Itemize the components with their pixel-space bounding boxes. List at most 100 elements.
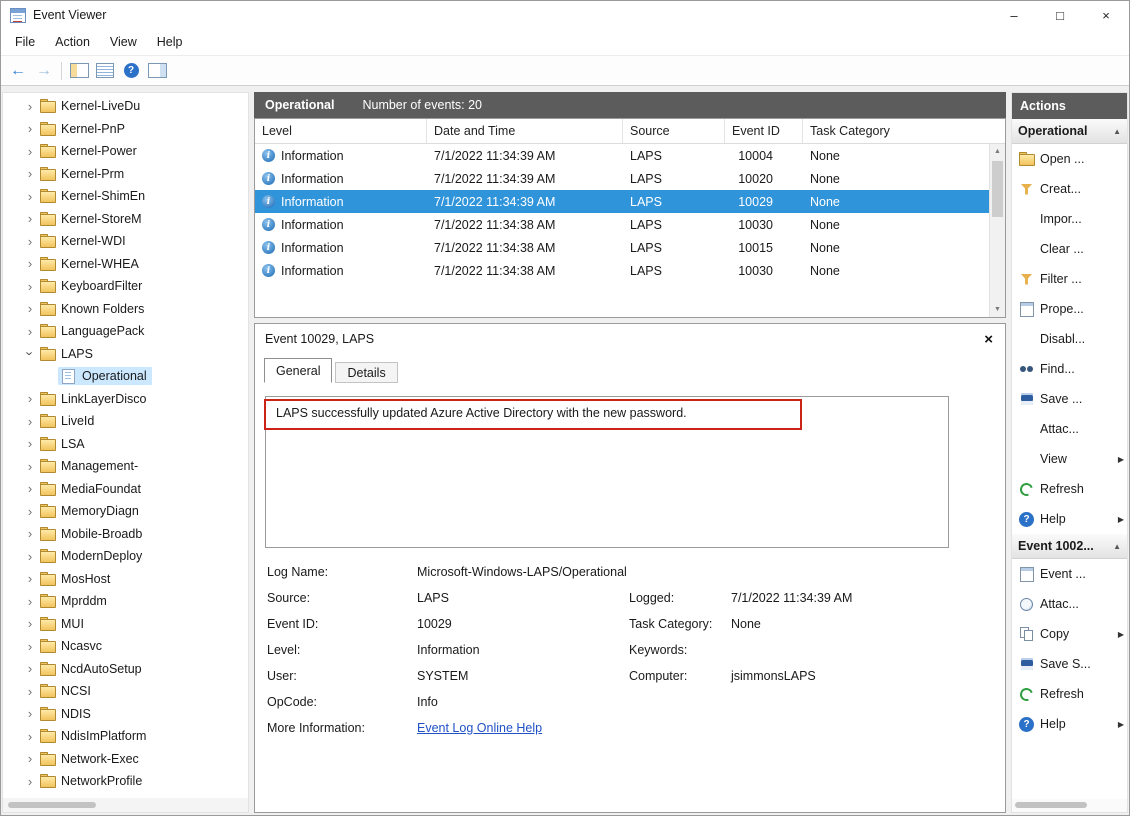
expander-icon[interactable]	[23, 639, 37, 654]
tree-item[interactable]: Kernel-WHEA	[3, 253, 248, 276]
actions-section-header[interactable]: Event 1002... ▲	[1012, 534, 1127, 559]
expander-icon[interactable]	[23, 211, 37, 226]
expander-icon[interactable]	[23, 661, 37, 676]
expander-icon[interactable]	[23, 324, 37, 339]
expander-icon[interactable]	[23, 144, 37, 159]
tree-item[interactable]: MosHost	[3, 568, 248, 591]
collapse-section-icon[interactable]: ▲	[1113, 542, 1121, 551]
menu-item[interactable]: Help	[147, 35, 193, 49]
action-item[interactable]: Disabl... ▶	[1012, 324, 1127, 354]
tab[interactable]: General	[264, 358, 332, 383]
help-icon[interactable]	[119, 59, 143, 83]
expander-icon[interactable]	[23, 234, 37, 249]
tree-item[interactable]: Known Folders	[3, 298, 248, 321]
tree-item[interactable]: Operational	[3, 365, 248, 388]
expander-icon[interactable]	[23, 751, 37, 766]
action-item[interactable]: Filter ... ▶	[1012, 264, 1127, 294]
event-row[interactable]: Information 7/1/2022 11:34:38 AM LAPS 10…	[255, 236, 989, 259]
action-item[interactable]: View ▶	[1012, 444, 1127, 474]
console-tree-icon[interactable]	[67, 59, 91, 83]
column-header-level[interactable]: Level	[255, 119, 427, 143]
scroll-up-icon[interactable]: ▲	[990, 148, 1005, 155]
tree-item[interactable]: NetworkProfile	[3, 770, 248, 793]
scrollbar-thumb[interactable]	[992, 161, 1003, 217]
action-item[interactable]: Refresh ▶	[1012, 474, 1127, 504]
expander-icon[interactable]	[23, 99, 37, 114]
column-header-task-category[interactable]: Task Category	[803, 119, 1005, 143]
expander-icon[interactable]	[23, 347, 38, 361]
tree-item[interactable]: Kernel-WDI	[3, 230, 248, 253]
menu-item[interactable]: Action	[45, 35, 100, 49]
expander-icon[interactable]	[23, 301, 37, 316]
expander-icon[interactable]	[23, 189, 37, 204]
expander-icon[interactable]	[23, 616, 37, 631]
tree-item[interactable]: KeyboardFilter	[3, 275, 248, 298]
tree-item[interactable]: NDIS	[3, 703, 248, 726]
expander-icon[interactable]	[23, 414, 37, 429]
tree-item[interactable]: Mobile-Broadb	[3, 523, 248, 546]
tree-item[interactable]: Kernel-PnP	[3, 118, 248, 141]
action-item[interactable]: Attac... ▶	[1012, 414, 1127, 444]
expander-icon[interactable]	[23, 774, 37, 789]
expander-icon[interactable]	[23, 279, 37, 294]
collapse-section-icon[interactable]: ▲	[1113, 127, 1121, 136]
expander-icon[interactable]	[23, 436, 37, 451]
tree-item[interactable]: Management-	[3, 455, 248, 478]
tree-item[interactable]: Kernel-Prm	[3, 163, 248, 186]
expander-icon[interactable]	[23, 571, 37, 586]
action-pane-icon[interactable]	[145, 59, 169, 83]
event-row[interactable]: Information 7/1/2022 11:34:39 AM LAPS 10…	[255, 190, 989, 213]
expander-icon[interactable]	[23, 256, 37, 271]
scroll-down-icon[interactable]: ▼	[990, 306, 1005, 313]
tree-horizontal-scrollbar[interactable]	[3, 798, 248, 812]
column-header-source[interactable]: Source	[623, 119, 725, 143]
expander-icon[interactable]	[23, 526, 37, 541]
tab[interactable]: Details	[335, 362, 397, 383]
tree-item[interactable]: Mprddm	[3, 590, 248, 613]
menu-item[interactable]: View	[100, 35, 147, 49]
close-preview-icon[interactable]: ×	[984, 331, 993, 348]
tree-item[interactable]: LSA	[3, 433, 248, 456]
action-item[interactable]: Clear ... ▶	[1012, 234, 1127, 264]
action-item[interactable]: Find... ▶	[1012, 354, 1127, 384]
expander-icon[interactable]	[23, 729, 37, 744]
tree-item[interactable]: NcdAutoSetup	[3, 658, 248, 681]
expander-icon[interactable]	[23, 594, 37, 609]
scrollbar-thumb[interactable]	[8, 802, 96, 808]
event-row[interactable]: Information 7/1/2022 11:34:38 AM LAPS 10…	[255, 259, 989, 282]
tree-item[interactable]: Network-Exec	[3, 748, 248, 771]
close-button[interactable]: ×	[1083, 1, 1129, 29]
action-item[interactable]: Help ▶	[1012, 504, 1127, 534]
minimize-button[interactable]: –	[991, 1, 1037, 29]
maximize-button[interactable]: □	[1037, 1, 1083, 29]
tree-item[interactable]: ModernDeploy	[3, 545, 248, 568]
column-header-date[interactable]: Date and Time	[427, 119, 623, 143]
expander-icon[interactable]	[23, 706, 37, 721]
tree-item[interactable]: NCSI	[3, 680, 248, 703]
tree-item[interactable]: LiveId	[3, 410, 248, 433]
back-icon[interactable]	[6, 59, 30, 83]
action-item[interactable]: Save S... ▶	[1012, 649, 1127, 679]
tree-item[interactable]: MUI	[3, 613, 248, 636]
expander-icon[interactable]	[23, 459, 37, 474]
action-item[interactable]: Help ▶	[1012, 709, 1127, 739]
action-item[interactable]: Prope... ▶	[1012, 294, 1127, 324]
tree-item[interactable]: LAPS	[3, 343, 248, 366]
expander-icon[interactable]	[23, 391, 37, 406]
action-item[interactable]: Save ... ▶	[1012, 384, 1127, 414]
scrollbar-thumb[interactable]	[1015, 802, 1087, 808]
tree-item[interactable]: Kernel-StoreM	[3, 208, 248, 231]
vertical-scrollbar[interactable]: ▲ ▼	[989, 144, 1005, 317]
action-item[interactable]: Impor... ▶	[1012, 204, 1127, 234]
tree-item[interactable]: NdisImPlatform	[3, 725, 248, 748]
expander-icon[interactable]	[23, 481, 37, 496]
expander-icon[interactable]	[23, 504, 37, 519]
menu-item[interactable]: File	[5, 35, 45, 49]
column-header-event-id[interactable]: Event ID	[725, 119, 803, 143]
action-item[interactable]: Copy ▶	[1012, 619, 1127, 649]
expander-icon[interactable]	[23, 166, 37, 181]
action-item[interactable]: Event ... ▶	[1012, 559, 1127, 589]
tree-item[interactable]: LinkLayerDisco	[3, 388, 248, 411]
tree-item[interactable]: Kernel-LiveDu	[3, 95, 248, 118]
actions-section-header[interactable]: Operational ▲	[1012, 119, 1127, 144]
